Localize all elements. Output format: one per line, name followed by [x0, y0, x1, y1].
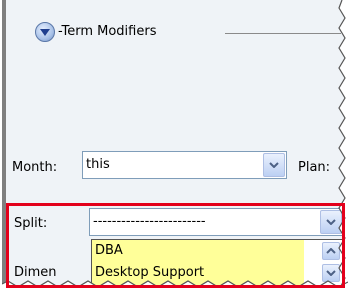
panel-left-border — [2, 0, 6, 288]
chevron-down-icon — [40, 29, 50, 36]
chevron-up-icon — [326, 248, 336, 254]
chevron-down-icon — [269, 162, 279, 168]
split-label: Split: — [14, 216, 48, 231]
group-title: -Term Modifiers — [58, 24, 157, 39]
term-modifiers-panel: -Term Modifiers Month: this Plan: Split:… — [2, 0, 348, 288]
month-label: Month: — [12, 160, 58, 175]
month-combo[interactable]: this — [82, 151, 287, 179]
split-value: ------------------------ — [93, 214, 206, 229]
torn-edge-right — [338, 0, 348, 288]
collapse-toggle-button[interactable] — [35, 22, 55, 42]
split-combo[interactable]: ------------------------ — [89, 208, 344, 236]
chevron-down-icon — [326, 270, 336, 276]
month-value: this — [86, 157, 110, 172]
month-dropdown-button[interactable] — [263, 153, 285, 177]
chevron-down-icon — [326, 219, 336, 225]
torn-edge-bottom — [2, 280, 348, 288]
plan-label: Plan: — [298, 160, 331, 175]
dropdown-option-dba[interactable]: DBA — [95, 240, 123, 262]
group-divider — [225, 33, 341, 34]
